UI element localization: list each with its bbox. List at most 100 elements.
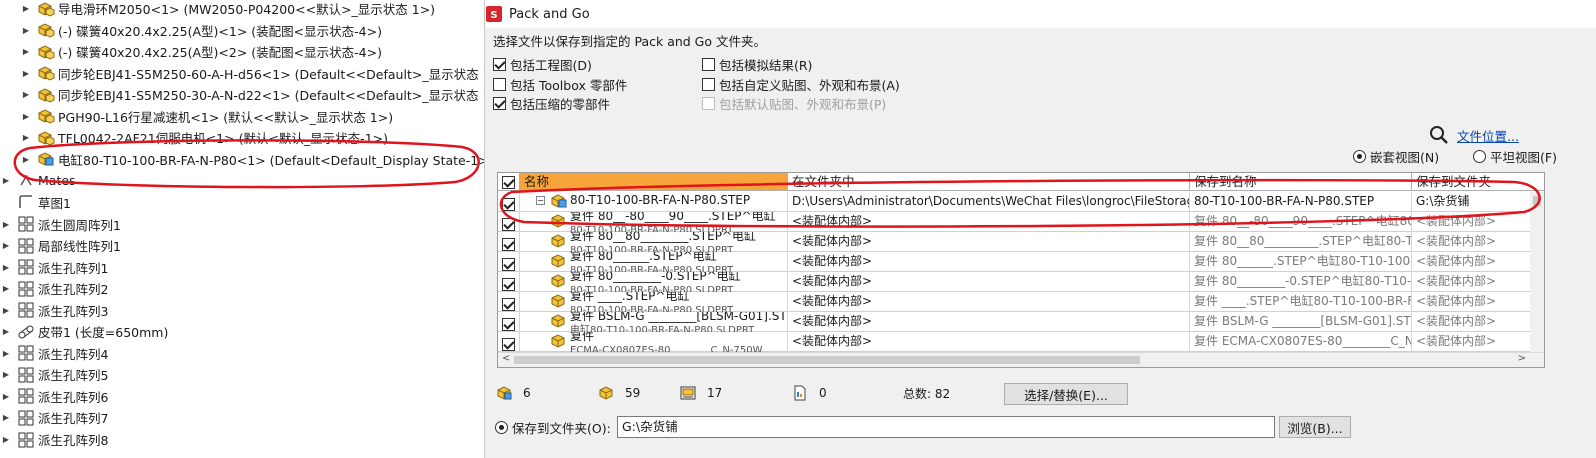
- expand-arrow-icon[interactable]: ▶: [0, 175, 12, 187]
- tree-item[interactable]: ▶ Mates: [0, 170, 76, 191]
- search-icon[interactable]: [1429, 125, 1449, 145]
- save-to-folder-option[interactable]: 保存到文件夹(O):: [495, 418, 611, 436]
- include-suppressed-option[interactable]: 包括压缩的零部件: [493, 94, 610, 112]
- expand-arrow-icon[interactable]: ▶: [0, 412, 12, 424]
- tree-item[interactable]: ▶ 局部线性阵列1: [0, 235, 121, 256]
- in-folder-cell[interactable]: <装配体内部>: [788, 272, 1190, 292]
- in-folder-cell[interactable]: D:\Users\Administrator\Documents\WeChat …: [788, 192, 1190, 212]
- table-row[interactable]: 复件 ____.STEP^电缸 80-T10-100-BR-FA-N-P80.SL…: [498, 292, 1532, 312]
- save-folder-cell[interactable]: <装配体内部>: [1412, 332, 1532, 352]
- tree-item[interactable]: ▶ 派生孔阵列4: [0, 343, 108, 364]
- name-cell[interactable]: 复件 80______.STEP^电缸 80-T10-100-BR-FA-N-P8…: [520, 252, 788, 272]
- expand-arrow-icon[interactable]: ▶: [0, 347, 12, 359]
- expand-arrow-icon[interactable]: ▶: [20, 110, 32, 122]
- vertical-scrollbar[interactable]: [1530, 192, 1544, 352]
- in-folder-cell[interactable]: <装配体内部>: [788, 212, 1190, 232]
- in-folder-cell[interactable]: <装配体内部>: [788, 312, 1190, 332]
- save-folder-cell[interactable]: G:\杂货铺: [1412, 192, 1532, 212]
- in-folder-cell[interactable]: <装配体内部>: [788, 332, 1190, 352]
- save-folder-cell[interactable]: <装配体内部>: [1412, 232, 1532, 252]
- scroll-right-arrow-icon[interactable]: >: [1518, 353, 1526, 364]
- row-checkbox-cell[interactable]: [498, 252, 520, 272]
- header-select-all[interactable]: [498, 173, 520, 191]
- save-name-cell[interactable]: 80-T10-100-BR-FA-N-P80.STEP: [1190, 192, 1412, 212]
- row-checkbox-cell[interactable]: [498, 272, 520, 292]
- include-custom-decals-checkbox[interactable]: [702, 77, 715, 91]
- tree-item[interactable]: ▶ 派生圆周阵列1: [0, 214, 121, 235]
- tree-item[interactable]: ▶ 同步轮EBJ41-S5M250-30-A-N-d22<1> (Default<…: [20, 84, 484, 105]
- in-folder-cell[interactable]: <装配体内部>: [788, 292, 1190, 312]
- tree-item[interactable]: ▶ 同步轮EBJ41-S5M250-60-A-H-d56<1> (Default<…: [20, 63, 484, 84]
- tree-item[interactable]: ▶ 派生孔阵列3: [0, 300, 108, 321]
- expand-arrow-icon[interactable]: ▶: [0, 261, 12, 273]
- save-name-cell[interactable]: 复件 ECMA-CX0807ES-80________C_N-750: [1190, 332, 1412, 352]
- save-folder-cell[interactable]: <装配体内部>: [1412, 272, 1532, 292]
- include-suppressed-checkbox[interactable]: [493, 96, 506, 110]
- expand-arrow-icon[interactable]: ▶: [20, 3, 32, 15]
- row-checkbox-cell[interactable]: [498, 232, 520, 252]
- name-cell[interactable]: 复件 80________-0.STEP^电缸 80-T10-100-BR-FA-…: [520, 272, 788, 292]
- in-folder-cell[interactable]: <装配体内部>: [788, 252, 1190, 272]
- table-row[interactable]: 复件 80__80________.STEP^电缸 80-T10-100-BR-F…: [498, 232, 1532, 252]
- table-row[interactable]: 复件 80__-80____90____.STEP^电缸 80-T10-100-B…: [498, 212, 1532, 232]
- header-save-name[interactable]: 保存到名称: [1190, 173, 1412, 191]
- save-name-cell[interactable]: 复件 80______.STEP^电缸80-T10-100-BR-FA: [1190, 252, 1412, 272]
- expand-arrow-icon[interactable]: ▶: [0, 304, 12, 316]
- expand-arrow-icon[interactable]: ▶: [20, 132, 32, 144]
- name-cell[interactable]: 复件 ECMA-CX0807ES-80________C_N-750W: [520, 332, 788, 352]
- save-folder-cell[interactable]: <装配体内部>: [1412, 312, 1532, 332]
- name-cell[interactable]: 复件 80__-80____90____.STEP^电缸 80-T10-100-B…: [520, 212, 788, 232]
- row-checkbox[interactable]: [502, 318, 515, 331]
- save-name-cell[interactable]: 复件 80________-0.STEP^电缸80-T10-100-B: [1190, 272, 1412, 292]
- header-name[interactable]: 名称: [520, 173, 788, 191]
- expand-arrow-icon[interactable]: ▶: [0, 283, 12, 295]
- row-checkbox-cell[interactable]: [498, 292, 520, 312]
- include-toolbox-checkbox[interactable]: [493, 77, 506, 91]
- tree-item[interactable]: 草图1: [0, 192, 71, 213]
- scroll-thumb-horizontal[interactable]: [514, 356, 1140, 364]
- scroll-left-arrow-icon[interactable]: <: [502, 353, 510, 364]
- include-drawings-checkbox[interactable]: [493, 57, 506, 71]
- row-checkbox[interactable]: [502, 298, 515, 311]
- save-name-cell[interactable]: 复件 BSLM-G ________[BLSM-G01].STEP^: [1190, 312, 1412, 332]
- row-checkbox[interactable]: [502, 338, 515, 351]
- nested-view-option[interactable]: 嵌套视图(N): [1353, 147, 1439, 165]
- scroll-thumb-vertical[interactable]: [1533, 196, 1541, 206]
- row-checkbox-cell[interactable]: [498, 212, 520, 232]
- flat-view-option[interactable]: 平坦视图(F): [1473, 147, 1557, 165]
- name-cell[interactable]: 复件 ____.STEP^电缸 80-T10-100-BR-FA-N-P80.SL…: [520, 292, 788, 312]
- row-checkbox[interactable]: [502, 258, 515, 271]
- tree-item[interactable]: ▶ (-) 碟簧40x20.4x2.25(A型)<2> (装配图<显示状态-4>): [20, 41, 382, 62]
- select-all-checkbox[interactable]: [502, 176, 515, 189]
- expand-arrow-icon[interactable]: ▶: [0, 240, 12, 252]
- include-toolbox-option[interactable]: 包括 Toolbox 零部件: [493, 75, 627, 93]
- save-name-cell[interactable]: 复件 ____.STEP^电缸80-T10-100-BR-FA-N-P: [1190, 292, 1412, 312]
- browse-button[interactable]: 浏览(B)...: [1279, 416, 1351, 438]
- expand-arrow-icon[interactable]: ▶: [20, 46, 32, 58]
- table-row[interactable]: 复件 ECMA-CX0807ES-80________C_N-750W <装配体内部…: [498, 332, 1532, 352]
- save-name-cell[interactable]: 复件 80__80_________.STEP^电缸80-T10-1: [1190, 232, 1412, 252]
- expand-arrow-icon[interactable]: ▶: [0, 390, 12, 402]
- expand-arrow-icon[interactable]: ▶: [20, 24, 32, 36]
- save-folder-cell[interactable]: <装配体内部>: [1412, 292, 1532, 312]
- row-checkbox[interactable]: [502, 218, 515, 231]
- header-in-folder[interactable]: 在文件夹中: [788, 173, 1190, 191]
- expand-arrow-icon[interactable]: ▶: [20, 153, 32, 165]
- tree-item[interactable]: ▶ 导电滑环M2050<1> (MW2050-P04200<<默认>_显示状态 1…: [20, 0, 435, 19]
- save-name-cell[interactable]: 复件 80__-80____90____.STEP^电缸80-T10-: [1190, 212, 1412, 232]
- in-folder-cell[interactable]: <装配体内部>: [788, 232, 1190, 252]
- tree-item[interactable]: ▶ 派生孔阵列5: [0, 364, 108, 385]
- table-row[interactable]: −80-T10-100-BR-FA-N-P80.STEP D:\Users\Adm…: [498, 192, 1532, 212]
- tree-item[interactable]: ▶ 派生孔阵列8: [0, 429, 108, 450]
- tree-item[interactable]: ▶ 派生孔阵列2: [0, 278, 108, 299]
- horizontal-scrollbar[interactable]: < >: [498, 352, 1544, 367]
- tree-item[interactable]: ▶ 派生孔阵列7: [0, 407, 108, 428]
- tree-item[interactable]: ▶ 派生孔阵列1: [0, 257, 108, 278]
- feature-tree[interactable]: ▶ 导电滑环M2050<1> (MW2050-P04200<<默认>_显示状态 1…: [0, 0, 484, 458]
- file-table[interactable]: 名称 在文件夹中 保存到名称 保存到文件夹 − 80-T10-100-BR-FA-…: [497, 172, 1545, 368]
- tree-item[interactable]: ▶ 皮带1 (长度=650mm): [0, 321, 168, 342]
- save-to-folder-radio[interactable]: [495, 420, 508, 434]
- tree-item[interactable]: ▶ PGH90-L16行星减速机<1> (默认<<默认>_显示状态 1>): [20, 106, 393, 127]
- include-simulation-checkbox[interactable]: [702, 57, 715, 71]
- flat-view-radio[interactable]: [1473, 149, 1486, 163]
